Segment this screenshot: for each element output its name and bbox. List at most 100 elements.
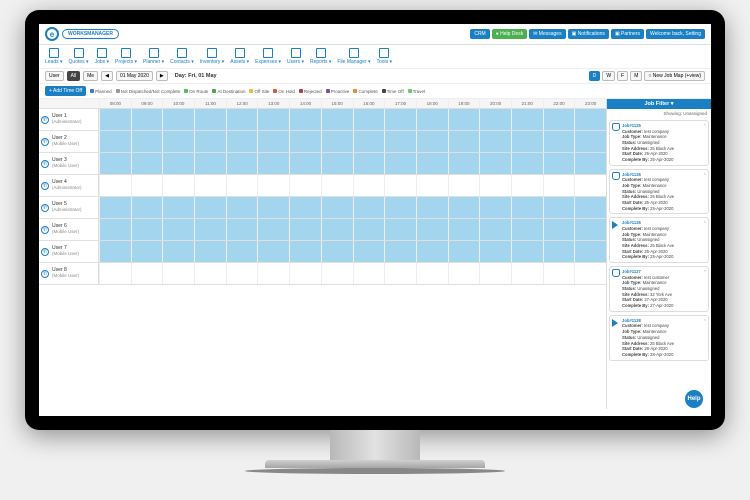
phone-icon: ✆ (41, 138, 49, 146)
user-cell[interactable]: ✆User 7(Mobile User) (39, 241, 99, 262)
top-pill[interactable]: ▣ Notifications (568, 29, 609, 39)
app-logo[interactable]: e WORKSMANAGER (45, 27, 119, 41)
app-screen: e WORKSMANAGER CRM● Help Desk✉ Messages▣… (39, 24, 711, 416)
nav-next-button[interactable]: ▶ (156, 71, 168, 81)
date-picker[interactable]: 01 May 2020 (116, 71, 153, 81)
legend-item: Planned (90, 86, 112, 96)
menu-item-file-manager[interactable]: File Manager ▾ (337, 48, 370, 65)
close-icon[interactable]: × (704, 317, 706, 322)
menu-item-users[interactable]: Users ▾ (287, 48, 304, 65)
job-card[interactable]: ×Job#1125Customer: test companyJob Type:… (609, 120, 709, 166)
current-day-label: Day: Fri, 01 May (175, 73, 217, 79)
users-icon (291, 48, 301, 58)
job-filter-showing: Showing: Unassigned (607, 109, 711, 118)
job-card[interactable]: ×Job#1126Customer: test companyJob Type:… (609, 217, 709, 263)
reports-icon (316, 48, 326, 58)
job-list: ×Job#1125Customer: test companyJob Type:… (607, 118, 711, 409)
add-time-off-button[interactable]: + Add Time Off (45, 86, 86, 96)
user-cell[interactable]: ✆User 6(Mobile User) (39, 219, 99, 240)
schedule-row[interactable]: ✆User 3(Mobile User) (39, 153, 606, 175)
user-label: User (45, 71, 64, 81)
top-pill[interactable]: ● Help Desk (492, 29, 527, 39)
shield-icon (612, 269, 620, 277)
schedule-row[interactable]: ✆User 5(Administrator) (39, 197, 606, 219)
user-cell[interactable]: ✆User 2(Mobile User) (39, 131, 99, 152)
filter-all-button[interactable]: All (67, 71, 81, 81)
menu-item-assets[interactable]: Assets ▾ (230, 48, 249, 65)
legend-item: At Destination (212, 86, 245, 96)
user-cell[interactable]: ✆User 1(Administrator) (39, 109, 99, 130)
phone-icon: ✆ (41, 226, 49, 234)
legend-item: Time Off (382, 86, 404, 96)
planner-icon (149, 48, 159, 58)
hour-cell: 15:00 (321, 99, 353, 108)
hour-cell: 09:00 (131, 99, 163, 108)
top-pill[interactable]: CRM (470, 29, 489, 39)
view-f-button[interactable]: F (617, 71, 628, 81)
schedule-row[interactable]: ✆User 6(Mobile User) (39, 219, 606, 241)
top-pill[interactable]: ▣ Partners (611, 29, 644, 39)
hour-cell: 18:00 (416, 99, 448, 108)
menu-item-inventory[interactable]: Inventory ▾ (200, 48, 224, 65)
view-d-button[interactable]: D (589, 71, 601, 81)
menu-item-leads[interactable]: Leads ▾ (45, 48, 63, 65)
new-job-button[interactable]: ○ New Job Map (+view) (644, 71, 705, 81)
schedule-row[interactable]: ✆User 4(Administrator) (39, 175, 606, 197)
quotes-icon (74, 48, 84, 58)
phone-icon: ✆ (41, 116, 49, 124)
job-card[interactable]: ×Job#1128Customer: test companyJob Type:… (609, 315, 709, 361)
top-pill[interactable]: ✉ Messages (529, 29, 565, 39)
user-cell[interactable]: ✆User 8(Mobile User) (39, 263, 99, 284)
filter-me-button[interactable]: Me (83, 71, 98, 81)
main-menu: Leads ▾ Quotes ▾ Jobs ▾ Projects ▾ Planner ▾… (39, 45, 711, 69)
jobs-icon (97, 48, 107, 58)
hour-cell: 08:00 (99, 99, 131, 108)
help-button[interactable]: Help (685, 390, 703, 408)
legend-item: On Hold (273, 86, 295, 96)
menu-item-projects[interactable]: Projects ▾ (115, 48, 137, 65)
job-card[interactable]: ×Job#1126Customer: test companyJob Type:… (609, 169, 709, 215)
schedule-row[interactable]: ✆User 7(Mobile User) (39, 241, 606, 263)
close-icon[interactable]: × (704, 122, 706, 127)
user-cell[interactable]: ✆User 4(Administrator) (39, 175, 99, 196)
close-icon[interactable]: × (704, 219, 706, 224)
hour-cell: 22:00 (543, 99, 575, 108)
menu-item-jobs[interactable]: Jobs ▾ (95, 48, 109, 65)
schedule-row[interactable]: ✆User 8(Mobile User) (39, 263, 606, 285)
hour-header: 08:0009:0010:0011:0012:0013:0014:0015:00… (39, 99, 606, 109)
job-card[interactable]: ×Job#1127Customer: test customerJob Type… (609, 266, 709, 312)
schedule-row[interactable]: ✆User 2(Mobile User) (39, 131, 606, 153)
logo-text: WORKSMANAGER (62, 29, 119, 39)
play-icon (612, 319, 618, 327)
close-icon[interactable]: × (704, 268, 706, 273)
menu-item-quotes[interactable]: Quotes ▾ (69, 48, 89, 65)
legend-item: Complete (353, 86, 377, 96)
hour-cell: 21:00 (511, 99, 543, 108)
schedule-row[interactable]: ✆User 1(Administrator) (39, 109, 606, 131)
legend-item: Proactive (326, 86, 350, 96)
legend-item: Not Dispatched/Not Complete (116, 86, 181, 96)
top-bar: e WORKSMANAGER CRM● Help Desk✉ Messages▣… (39, 24, 711, 45)
hour-cell: 11:00 (194, 99, 226, 108)
user-cell[interactable]: ✆User 3(Mobile User) (39, 153, 99, 174)
assets-icon (235, 48, 245, 58)
phone-icon: ✆ (41, 248, 49, 256)
hour-cell: 17:00 (384, 99, 416, 108)
view-m-button[interactable]: M (630, 71, 642, 81)
menu-item-reports[interactable]: Reports ▾ (310, 48, 331, 65)
view-w-button[interactable]: W (602, 71, 615, 81)
file manager-icon (349, 48, 359, 58)
menu-item-planner[interactable]: Planner ▾ (143, 48, 164, 65)
expenses-icon (263, 48, 273, 58)
menu-item-expenses[interactable]: Expenses ▾ (255, 48, 281, 65)
shield-icon (612, 123, 620, 131)
user-cell[interactable]: ✆User 5(Administrator) (39, 197, 99, 218)
menu-item-tools[interactable]: Tools ▾ (376, 48, 392, 65)
top-pill[interactable]: Welcome back, Setting (646, 29, 705, 39)
nav-prev-button[interactable]: ◀ (101, 71, 113, 81)
menu-item-contacts[interactable]: Contacts ▾ (170, 48, 194, 65)
legend-item: Off Site (249, 86, 269, 96)
job-filter-panel: Job Filter ▾ Showing: Unassigned ×Job#11… (606, 99, 711, 409)
job-filter-header[interactable]: Job Filter ▾ (607, 99, 711, 109)
close-icon[interactable]: × (704, 171, 706, 176)
